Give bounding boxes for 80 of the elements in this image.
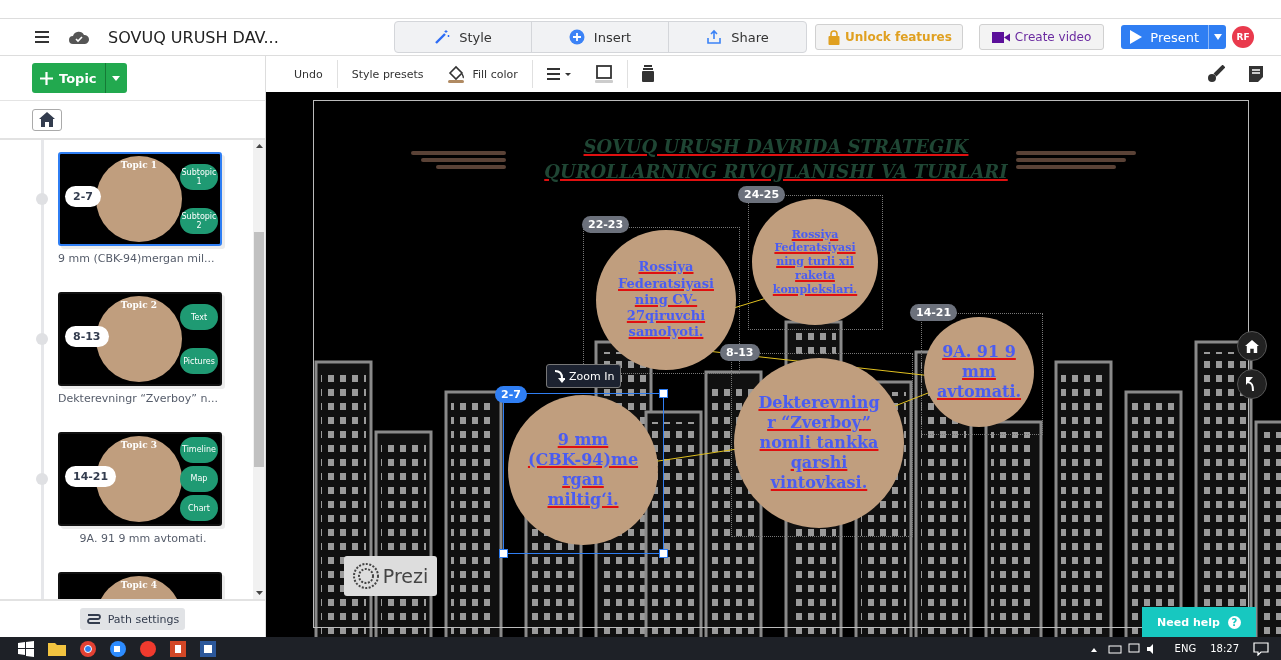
topic-text: Rossiya Federatsiyasi ning turli xil raketa komplekslari. bbox=[772, 227, 858, 297]
path-number-badge: 14-21 bbox=[65, 466, 117, 487]
topic-dropdown[interactable] bbox=[104, 63, 127, 93]
topic-text: Dekterevning r “Zverboy” nomli tankka qarshi vintovkasi. bbox=[758, 393, 880, 493]
prezi-logo: Prezi bbox=[344, 556, 437, 596]
thumbnail-topic-title: Topic 2 bbox=[119, 300, 159, 310]
clock[interactable]: 18:27 bbox=[1210, 643, 1239, 654]
toolbar-tab[interactable]: Share bbox=[669, 22, 806, 52]
notification-icon[interactable] bbox=[1253, 641, 1269, 656]
path-number-badge[interactable]: 8-13 bbox=[720, 344, 760, 361]
scrollbar[interactable] bbox=[253, 140, 265, 599]
home-button[interactable] bbox=[1237, 331, 1267, 361]
lines-icon bbox=[546, 68, 571, 80]
slide-thumbnail[interactable]: Topic 1 Subtopic 1 Subtopic 2 2-7 bbox=[58, 152, 222, 246]
add-topic-button[interactable]: Topic bbox=[32, 63, 105, 93]
logo-mark-icon bbox=[352, 563, 379, 589]
folder-icon[interactable] bbox=[48, 641, 66, 656]
home-icon bbox=[1245, 339, 1259, 353]
thumbnail-topic-title: Topic 3 bbox=[119, 440, 159, 450]
topic-text: Rossiya Federatsiyasi ning CV- 27qiruvchi samolyoti. bbox=[618, 259, 714, 341]
subtopic-bubble: Timeline bbox=[180, 436, 218, 463]
fill-color-button[interactable]: Fill color bbox=[437, 60, 528, 88]
video-call-icon[interactable] bbox=[110, 640, 126, 657]
thumbnail-topic-title: Topic 1 bbox=[119, 160, 159, 170]
topic-text: 9 mm (CBK-94)me rgan miltig‘i. bbox=[527, 430, 639, 510]
slide-thumbnail[interactable]: Topic 2 Text Pictures 8-13 bbox=[58, 292, 222, 386]
slide-caption: 9 mm (CBK-94)mergan mil... bbox=[58, 252, 216, 265]
magic-wand-icon bbox=[434, 29, 451, 45]
path-number-badge[interactable]: 2-7 bbox=[495, 386, 527, 403]
subtopic-bubble: Subtopic 1 bbox=[180, 164, 218, 190]
path-number-badge: 8-13 bbox=[65, 326, 109, 347]
style-presets-button[interactable]: Style presets bbox=[341, 60, 434, 88]
menu-icon[interactable] bbox=[34, 30, 50, 44]
undo-button[interactable]: Undo bbox=[284, 60, 333, 88]
path-number-badge[interactable]: 24-25 bbox=[738, 186, 786, 203]
present-dropdown[interactable] bbox=[1208, 25, 1227, 49]
create-video-button[interactable]: Create video bbox=[978, 24, 1105, 50]
document-app-icon[interactable] bbox=[200, 640, 216, 657]
play-icon bbox=[1130, 30, 1143, 44]
scroll-down-icon[interactable] bbox=[255, 591, 263, 595]
lock-icon bbox=[828, 29, 840, 45]
path-number-badge[interactable]: 22-23 bbox=[582, 216, 630, 233]
user-avatar[interactable]: RF bbox=[1232, 26, 1255, 48]
home-icon bbox=[39, 112, 55, 127]
browser-icon[interactable] bbox=[80, 640, 96, 657]
cloud-check-icon bbox=[68, 29, 90, 45]
plus-icon bbox=[40, 71, 53, 85]
slides-app-icon[interactable] bbox=[170, 640, 186, 657]
path-icon bbox=[85, 612, 102, 626]
present-button[interactable]: Present bbox=[1121, 25, 1209, 49]
slide-caption: 9A. 91 9 mm avtomati. bbox=[78, 532, 208, 545]
subtopic-bubble: Text bbox=[180, 304, 218, 330]
path-number-badge[interactable]: 14-21 bbox=[910, 304, 958, 321]
slide-thumbnail[interactable]: Topic 3 Timeline Map Chart 14-21 bbox=[58, 432, 222, 526]
path-number-badge: 2-7 bbox=[65, 186, 101, 207]
topic-text: 9A. 91 9 mm avtomati. bbox=[936, 342, 1022, 402]
curved-arrow-icon bbox=[553, 369, 565, 383]
video-camera-icon bbox=[991, 31, 1010, 43]
plus-circle-icon bbox=[568, 29, 585, 45]
slide-caption: Dekterevningr “Zverboy” n... bbox=[58, 392, 219, 405]
windows-start-icon[interactable] bbox=[18, 640, 34, 657]
path-settings-button[interactable]: Path settings bbox=[79, 608, 186, 630]
slide-thumbnail[interactable]: Topic 4 bbox=[58, 572, 222, 599]
subtopic-bubble: Map bbox=[180, 466, 218, 492]
upload-icon bbox=[706, 29, 723, 45]
slide-title: SOVUQ URUSH DAVRIDA STRATEGIK QUROLLARNING RIVOJLANISHI VA TURLARI bbox=[543, 135, 1009, 184]
question-icon: ? bbox=[1227, 615, 1241, 629]
subtopic-bubble: Chart bbox=[180, 495, 218, 522]
document-title[interactable]: SOVUQ URUSH DAV... bbox=[108, 27, 394, 47]
thumbnail-topic-title: Topic 4 bbox=[119, 580, 159, 590]
language-indicator[interactable]: ENG bbox=[1174, 643, 1197, 654]
subtopic-bubble: Pictures bbox=[180, 348, 218, 374]
home-button[interactable] bbox=[32, 108, 62, 131]
subtopic-bubble: Subtopic 2 bbox=[180, 208, 218, 234]
caret-icon bbox=[112, 75, 121, 81]
caret-icon bbox=[1213, 34, 1222, 40]
toolbar-tab[interactable]: Style bbox=[395, 22, 532, 52]
scroll-up-icon[interactable] bbox=[255, 144, 263, 148]
zoom-in-button[interactable]: Zoom In bbox=[546, 364, 622, 388]
toolbar-tab[interactable]: Insert bbox=[532, 22, 669, 52]
